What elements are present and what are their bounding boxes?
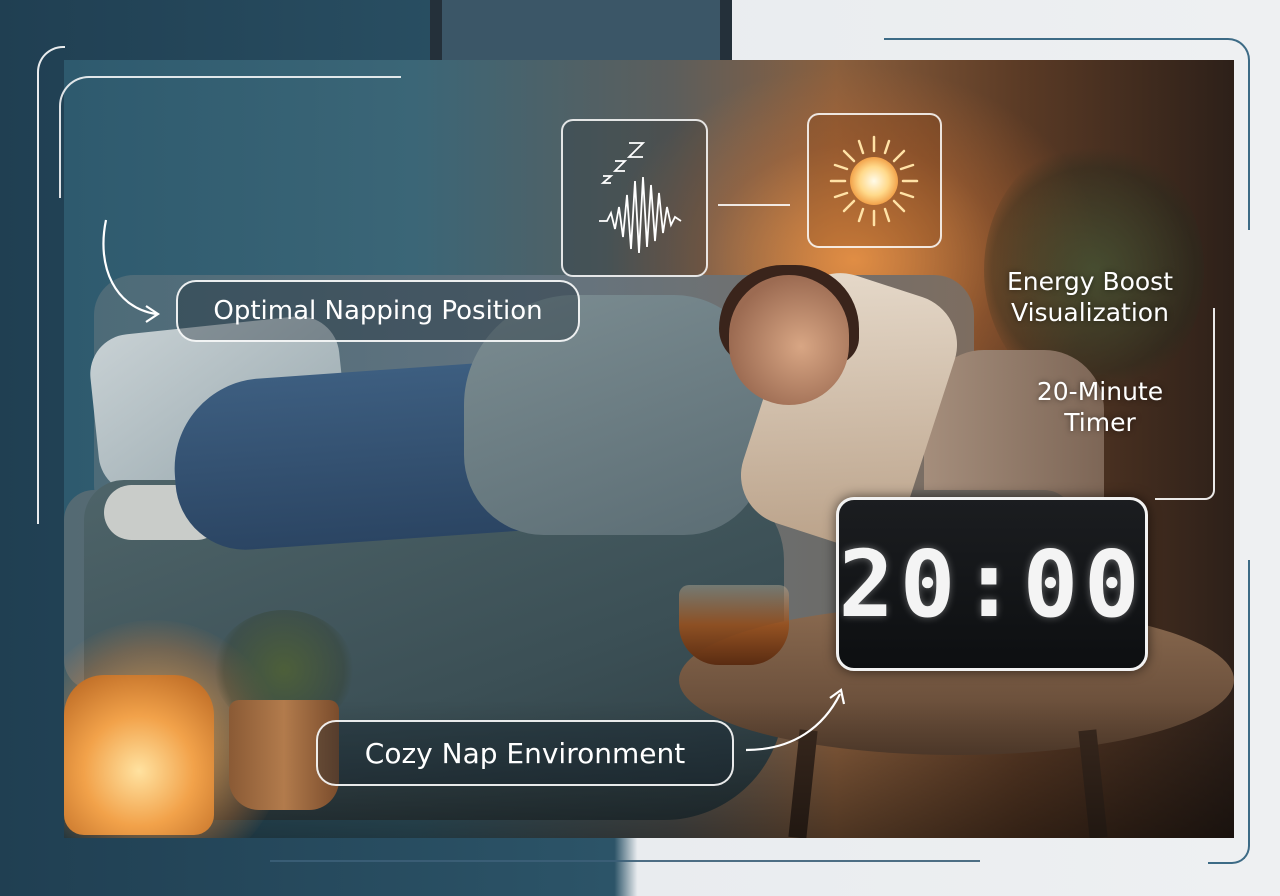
sun-icon-box: [807, 113, 942, 248]
energy-line2: Visualization: [1011, 298, 1169, 327]
sleep-wave-icon-box: [561, 119, 708, 277]
digital-clock: 20:00: [836, 497, 1148, 671]
label-energy-boost: Energy Boost Visualization: [980, 266, 1200, 328]
timer-line2: Timer: [1064, 408, 1136, 437]
frame-line-bottomright: [1208, 560, 1250, 864]
frame-line-bottom: [270, 860, 980, 862]
arrow-to-clock-icon: [745, 688, 846, 752]
energy-line1: Energy Boost: [1006, 267, 1174, 296]
frame-bracket-inner: [59, 76, 401, 198]
sun-icon: [829, 135, 919, 227]
arrow-to-position-icon: [102, 219, 160, 323]
clock-display: 20:00: [838, 530, 1146, 638]
tea-cup: [679, 585, 789, 665]
label-cozy-nap-environment: Cozy Nap Environment: [316, 720, 734, 786]
label-20-minute-timer: 20-Minute Timer: [1010, 376, 1190, 438]
person-head: [729, 275, 849, 405]
lamp: [64, 675, 214, 835]
sleep-wave-icon: [599, 142, 682, 254]
timer-line1: 20-Minute: [1036, 377, 1164, 406]
label-optimal-napping-position: Optimal Napping Position: [176, 280, 580, 342]
icon-connector-line: [718, 204, 790, 206]
